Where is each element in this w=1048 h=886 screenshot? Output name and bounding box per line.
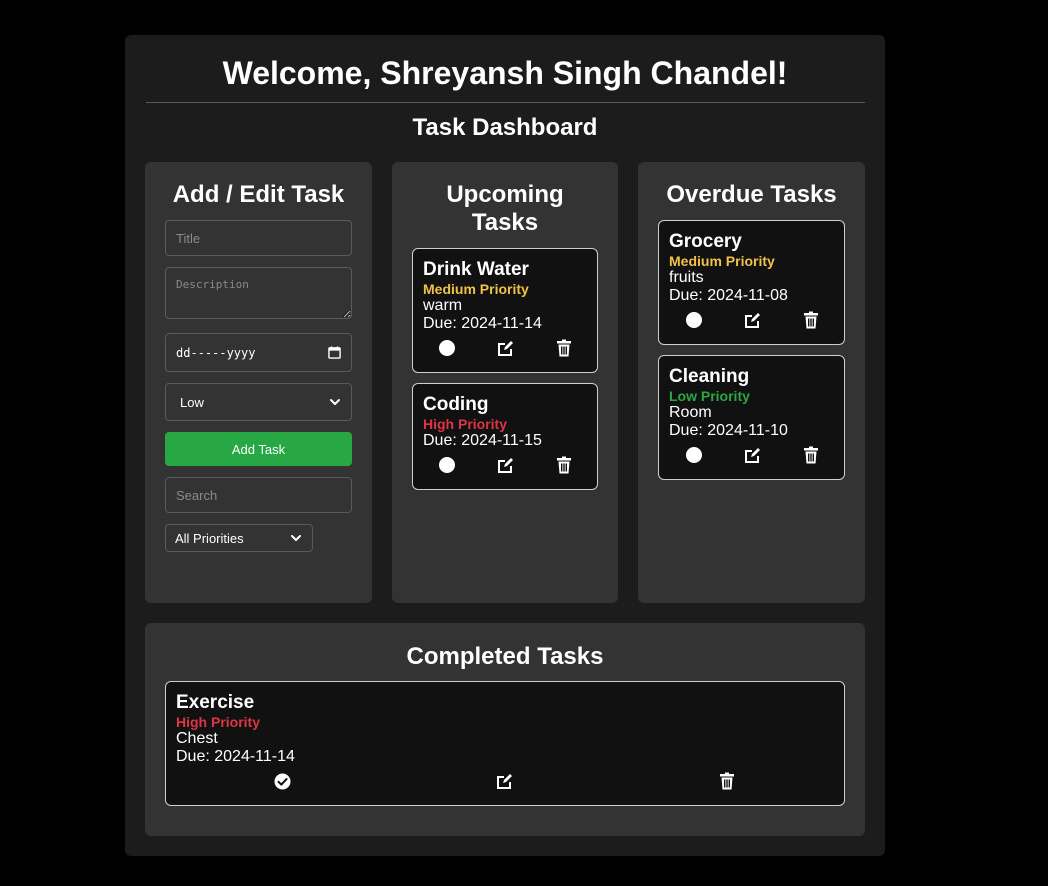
complete-toggle-icon[interactable] — [438, 339, 456, 357]
task-due-date: Due: 2024-11-14 — [176, 748, 295, 765]
task-priority: Medium Priority — [669, 253, 775, 269]
task-priority: Low Priority — [669, 388, 750, 404]
task-due-date: Due: 2024-11-14 — [423, 315, 542, 332]
chevron-down-icon — [330, 399, 340, 405]
add-edit-panel: Add / Edit Task dd-----yyyy Low Add Task… — [145, 162, 372, 603]
task-title: Exercise — [176, 692, 255, 713]
task-title: Cleaning — [669, 366, 750, 387]
due-date-input[interactable]: dd-----yyyy — [165, 333, 352, 372]
priority-filter-select[interactable]: All Priorities — [165, 524, 313, 552]
edit-icon[interactable] — [496, 456, 514, 474]
task-actions — [166, 772, 844, 790]
trash-icon[interactable] — [555, 456, 573, 474]
overdue-panel: Overdue Tasks Grocery Medium Priority fr… — [638, 162, 865, 603]
task-card: Exercise High Priority Chest Due: 2024-1… — [165, 681, 845, 806]
task-description: Chest — [176, 730, 218, 747]
edit-icon[interactable] — [743, 446, 761, 464]
task-due-date: Due: 2024-11-15 — [423, 432, 542, 449]
dashboard-container: Welcome, Shreyansh Singh Chandel! Task D… — [125, 35, 885, 856]
title-input[interactable] — [165, 220, 352, 256]
task-due-date: Due: 2024-11-08 — [669, 287, 788, 304]
trash-icon[interactable] — [718, 772, 736, 790]
upcoming-panel: Upcoming Tasks Drink Water Medium Priori… — [392, 162, 618, 603]
task-card: Cleaning Low Priority Room Due: 2024-11-… — [658, 355, 845, 480]
filter-selected: All Priorities — [175, 530, 244, 546]
header-divider — [146, 102, 865, 103]
search-input[interactable] — [165, 477, 352, 513]
date-placeholder: dd-----yyyy — [176, 345, 256, 360]
edit-icon[interactable] — [743, 311, 761, 329]
task-priority: High Priority — [176, 714, 261, 730]
completed-panel: Completed Tasks Exercise High Priority C… — [145, 623, 865, 836]
task-actions — [413, 339, 597, 357]
dashboard-title: Task Dashboard — [412, 114, 598, 141]
task-due-date: Due: 2024-11-10 — [669, 422, 788, 439]
priority-select[interactable]: Low — [165, 383, 352, 421]
task-card: Grocery Medium Priority fruits Due: 2024… — [658, 220, 845, 345]
upcoming-title: Upcoming Tasks — [446, 181, 564, 236]
edit-icon[interactable] — [496, 339, 514, 357]
task-description: fruits — [669, 269, 704, 286]
complete-toggle-icon[interactable] — [685, 311, 703, 329]
overdue-title: Overdue Tasks — [666, 181, 837, 208]
task-priority: High Priority — [423, 416, 508, 432]
add-edit-title: Add / Edit Task — [172, 181, 345, 208]
task-actions — [413, 456, 597, 474]
complete-toggle-icon[interactable] — [438, 456, 456, 474]
welcome-heading: Welcome, Shreyansh Singh Chandel! — [222, 55, 788, 91]
task-actions — [659, 311, 844, 329]
trash-icon[interactable] — [802, 311, 820, 329]
task-card: Drink Water Medium Priority warm Due: 20… — [412, 248, 598, 373]
priority-selected: Low — [180, 394, 204, 410]
description-input[interactable] — [165, 267, 352, 319]
complete-toggle-icon[interactable] — [685, 446, 703, 464]
calendar-icon[interactable] — [328, 346, 341, 359]
trash-icon[interactable] — [802, 446, 820, 464]
task-title: Coding — [423, 394, 489, 415]
task-card: Coding High Priority Due: 2024-11-15 — [412, 383, 598, 490]
task-priority: Medium Priority — [423, 281, 529, 297]
task-description: warm — [423, 297, 463, 314]
edit-icon[interactable] — [495, 772, 513, 790]
add-task-button[interactable]: Add Task — [165, 432, 352, 466]
task-actions — [659, 446, 844, 464]
check-circle-icon[interactable] — [273, 772, 291, 790]
trash-icon[interactable] — [555, 339, 573, 357]
task-title: Drink Water — [423, 259, 529, 280]
task-description: Room — [669, 404, 712, 421]
completed-title: Completed Tasks — [406, 643, 604, 670]
task-title: Grocery — [669, 231, 742, 252]
chevron-down-icon — [291, 535, 301, 541]
